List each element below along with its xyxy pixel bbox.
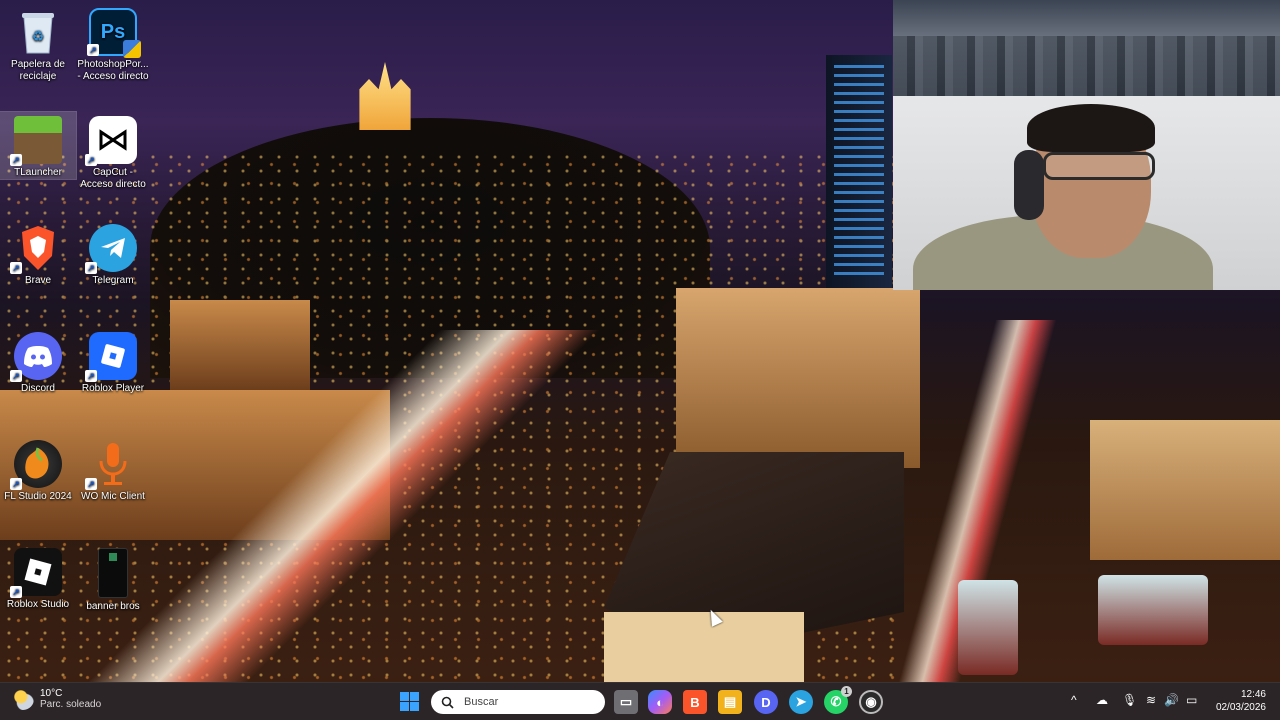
app-glyph: B [690,694,700,710]
shortcut-arrow-icon: ↗ [87,44,99,56]
search-input[interactable] [462,695,596,709]
notification-badge: 1 [841,686,852,697]
desktop-icon-label: Roblox Player [81,383,145,394]
capcut-icon: ↗ [85,116,137,166]
desktop-icon-label: banner bros [86,601,140,612]
whatsapp-icon[interactable]: ✆ 1 [824,686,852,714]
file-explorer-icon[interactable]: ▤ [718,690,742,714]
webcam-person-hair [1027,104,1155,152]
microphone-tray-icon[interactable]: 🎙 [1122,693,1137,707]
app-glyph: D [761,694,771,710]
shortcut-arrow-icon: ↗ [85,478,97,490]
desktop-icon-tlauncher[interactable]: ↗ TLauncher [0,111,77,180]
desktop-icon-fl-studio[interactable]: ↗ FL Studio 2024 [0,436,76,503]
webcam-background-poster [893,0,1280,96]
app-glyph: ➤ [795,694,807,709]
fl-studio-icon: ↗ [10,440,62,490]
search-icon [441,696,454,709]
tlauncher-icon: ↗ [10,116,62,166]
chevron-up-icon[interactable]: ^ [1071,693,1077,707]
wallpaper-tram [958,580,1018,675]
headphones [1014,150,1044,220]
windows-logo-icon [410,702,419,711]
desktop-icon-label: CapCut - Acceso directo [80,167,146,190]
wallpaper-house [604,612,804,682]
desktop-icon-photoshop[interactable]: Ps ↗ PhotoshopPor... - Acceso directo [75,4,151,83]
shortcut-arrow-icon: ↗ [10,370,22,382]
obs-icon[interactable]: ◉ [859,690,883,714]
desktop-icon-brave[interactable]: ↗ Brave [0,220,76,287]
desktop-icon-label: WO Mic Client [81,491,145,502]
desktop-icon-label: Telegram [92,275,134,286]
desktop-icon-label: PhotoshopPor... - Acceso directo [77,59,149,82]
windows-logo-icon [400,702,409,711]
brave-icon: ↗ [10,224,62,274]
windows-logo-icon [400,692,409,701]
brave-taskbar-icon[interactable]: B [683,690,707,714]
app-glyph: ◐ [656,694,664,710]
desktop-icon-capcut[interactable]: ↗ CapCut - Acceso directo [75,112,151,191]
telegram-icon: ↗ [85,224,137,274]
roblox-studio-icon: ↗ [10,548,62,598]
shortcut-arrow-icon: ↗ [10,478,22,490]
desktop-icon-label: Brave [24,275,52,286]
wallpaper-tram [1098,575,1208,645]
taskbar-search[interactable] [431,690,605,714]
desktop-icon-roblox-player[interactable]: ↗ Roblox Player [75,328,151,395]
clock-time: 12:46 [1240,689,1266,700]
windows-logo-icon [410,692,419,701]
glasses [1043,152,1155,180]
weather-temp: 10°C [40,688,63,699]
photoshop-icon: Ps ↗ [87,8,141,58]
discord-icon: ↗ [10,332,62,382]
weather-condition: Parc. soleado [40,699,102,710]
discord-taskbar-icon[interactable]: D [754,690,778,714]
svg-text:♻: ♻ [32,29,45,45]
wallpaper-tower [826,55,892,291]
volume-icon[interactable]: 🔊 [1164,693,1179,707]
desktop-icon-label: TLauncher [14,167,62,178]
partly-sunny-icon [12,688,34,710]
desktop-icon-telegram[interactable]: ↗ Telegram [75,220,151,287]
app-glyph: ▭ [619,694,633,709]
banner-bros-logo-icon [109,553,117,561]
weather-widget[interactable]: 10°C Parc. soleado [12,688,101,710]
shortcut-arrow-icon: ↗ [10,262,22,274]
app-glyph: ✆ [830,694,842,709]
desktop-icon-recycle-bin[interactable]: ♻ Papelera de reciclaje [0,4,76,83]
desktop-icon-roblox-studio[interactable]: ↗ Roblox Studio [0,544,76,611]
roblox-player-icon: ↗ [85,332,137,382]
webcam-overlay [893,0,1280,290]
battery-icon[interactable]: ▭ [1186,693,1197,707]
photoshop-glyph: Ps [100,21,126,43]
recycle-bin-icon: ♻ [14,8,62,56]
wifi-icon[interactable]: ≋ [1146,693,1156,707]
shortcut-arrow-icon: ↗ [10,586,22,598]
desktop-icon-label: Discord [21,383,55,394]
telegram-taskbar-icon[interactable]: ➤ [789,690,813,714]
shortcut-arrow-icon: ↗ [85,154,97,166]
admin-shield-icon [123,40,141,58]
desktop-icon-label: Roblox Studio [6,599,70,610]
wallpaper-building [1090,420,1280,560]
app-glyph: ▤ [723,694,737,709]
system-clock[interactable]: 12:46 02/03/2026 [1216,688,1266,714]
task-view-icon[interactable]: ▭ [614,690,638,714]
desktop-icon-discord[interactable]: ↗ Discord [0,328,76,395]
microphone-icon: ↗ [85,440,137,490]
taskbar: 10°C Parc. soleado ▭ ◐ B ▤ D ➤ ✆ 1 ◉ ^ ☁… [0,682,1280,720]
start-button[interactable] [400,692,420,712]
banner-bros-icon [98,548,128,598]
shortcut-arrow-icon: ↗ [10,154,22,166]
desktop-icon-banner-bros[interactable]: banner bros [75,544,151,613]
desktop-icon-label: Papelera de reciclaje [11,59,65,82]
onedrive-icon[interactable]: ☁ [1096,693,1108,707]
shortcut-arrow-icon: ↗ [85,370,97,382]
shortcut-arrow-icon: ↗ [85,262,97,274]
clock-date: 02/03/2026 [1215,702,1266,713]
copilot-icon[interactable]: ◐ [648,690,672,714]
desktop-icon-wo-mic[interactable]: ↗ WO Mic Client [75,436,151,503]
desktop-icon-label: FL Studio 2024 [4,491,72,502]
app-glyph: ◉ [865,694,877,709]
